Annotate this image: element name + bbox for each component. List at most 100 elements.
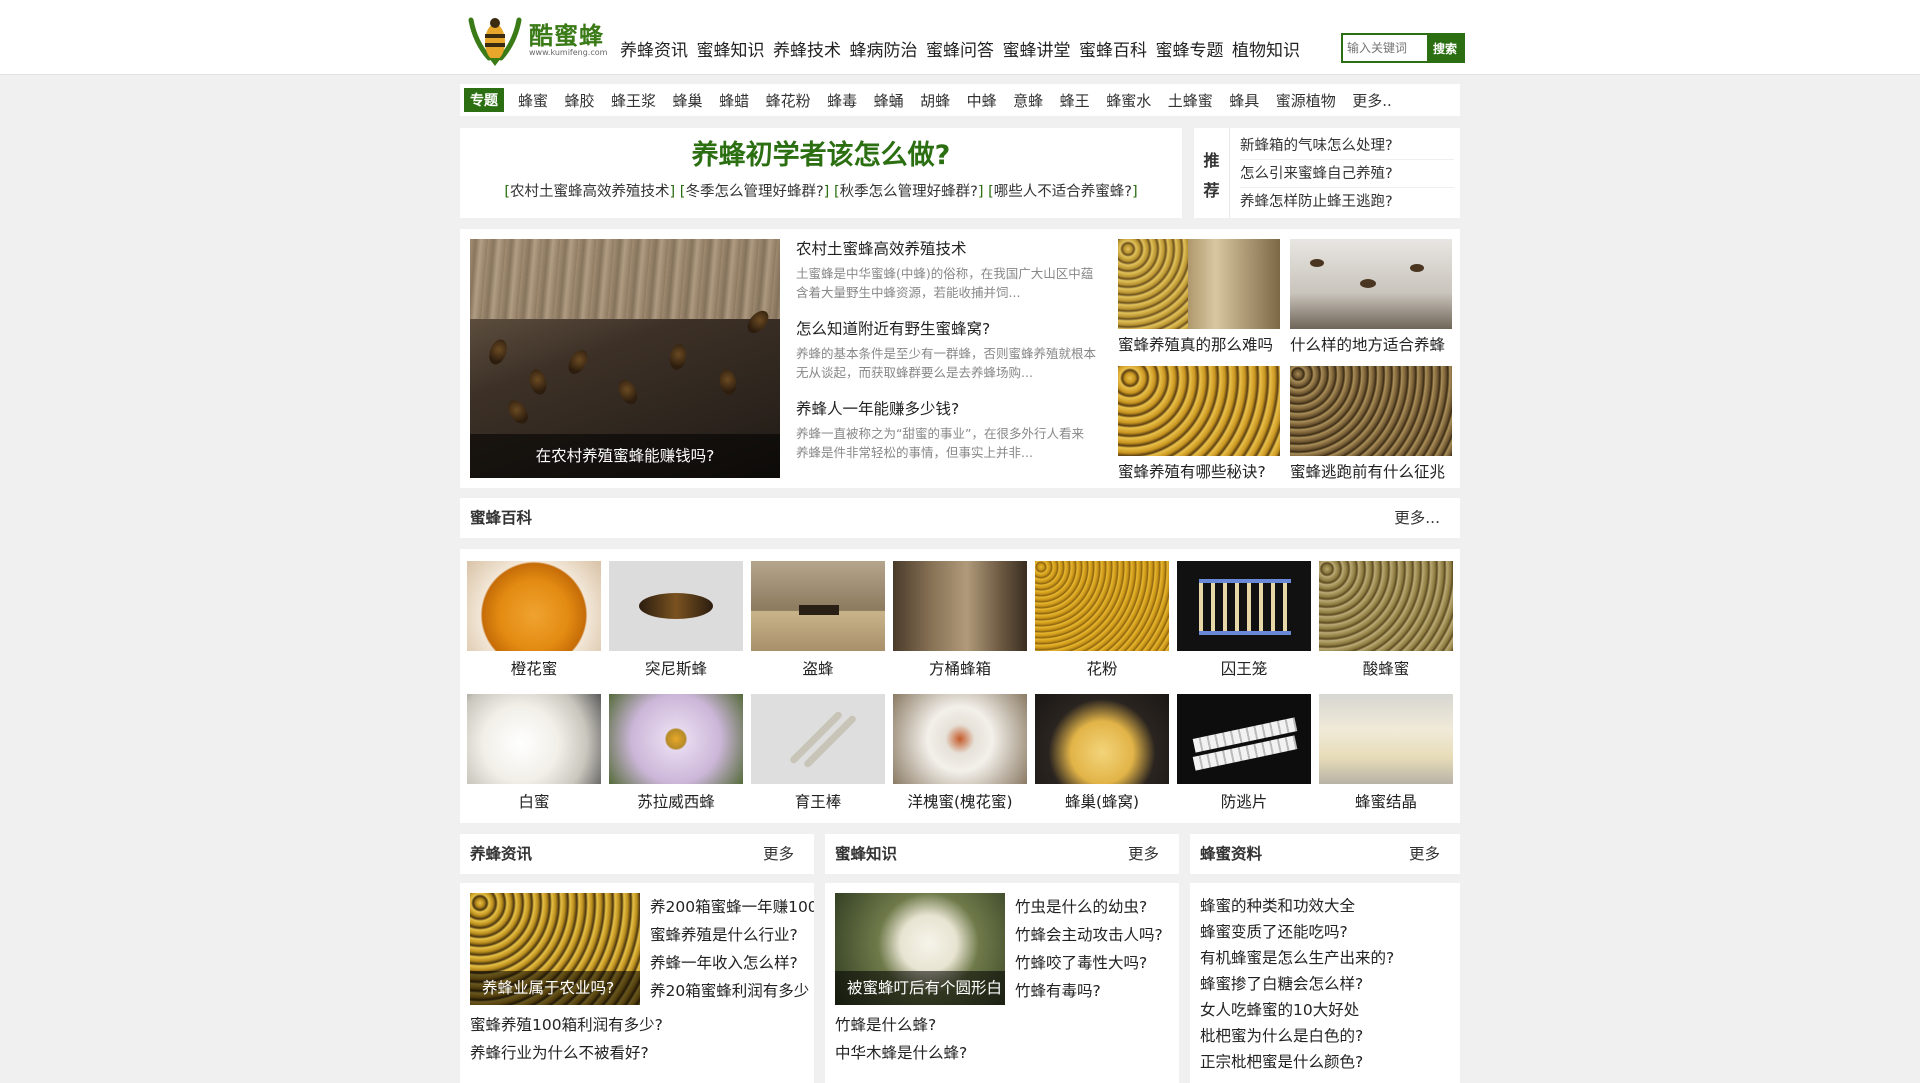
- topic-link[interactable]: 蜂具: [1229, 90, 1259, 111]
- nav-item[interactable]: 蜜蜂专题: [1156, 36, 1224, 61]
- ency-caption[interactable]: 囚王笼: [1177, 657, 1311, 679]
- topic-link[interactable]: 蜂蜜水: [1106, 90, 1151, 111]
- ency-caption[interactable]: 盗蜂: [751, 657, 885, 679]
- feature-thumb[interactable]: 蜜蜂养殖真的那么难吗: [1118, 239, 1280, 355]
- nav-item[interactable]: 蜜蜂百科: [1079, 36, 1147, 61]
- topic-link[interactable]: 蜂蛹: [874, 90, 904, 111]
- column-link[interactable]: 竹蜂是什么蜂?: [835, 1011, 1175, 1039]
- ency-caption[interactable]: 突尼斯蜂: [609, 657, 743, 679]
- column-link[interactable]: 竹虫是什么的幼虫?: [1015, 893, 1175, 921]
- search-input[interactable]: [1343, 35, 1427, 61]
- topic-link[interactable]: 蜂毒: [827, 90, 857, 111]
- more-link[interactable]: 更多: [763, 834, 794, 874]
- column-link[interactable]: 女人吃蜂蜜的10大好处: [1200, 997, 1450, 1023]
- column-link[interactable]: 养蜂行业为什么不被看好?: [470, 1039, 810, 1067]
- topic-link[interactable]: 蜂蜜: [518, 90, 548, 111]
- ency-caption[interactable]: 花粉: [1035, 657, 1169, 679]
- ency-item[interactable]: 防逃片: [1177, 694, 1311, 812]
- thumb-image[interactable]: [1290, 239, 1452, 329]
- ency-image[interactable]: [609, 561, 743, 651]
- topic-link[interactable]: 中蜂: [967, 90, 997, 111]
- nav-item[interactable]: 养蜂技术: [773, 36, 841, 61]
- ency-item[interactable]: 橙花蜜: [467, 561, 601, 679]
- thumb-image[interactable]: [1118, 239, 1280, 329]
- headline-link[interactable]: 哪些人不适合养蜜蜂?: [994, 184, 1132, 200]
- column-link[interactable]: 有机蜂蜜是怎么生产出来的?: [1200, 945, 1450, 971]
- column-link[interactable]: 中华木蜂是什么蜂?: [835, 1039, 1175, 1067]
- ency-item[interactable]: 方桶蜂箱: [893, 561, 1027, 679]
- ency-image[interactable]: [1319, 561, 1453, 651]
- column-link[interactable]: 竹蜂有毒吗?: [1015, 977, 1175, 1005]
- nav-item[interactable]: 养蜂资讯: [620, 36, 688, 61]
- ency-image[interactable]: [1319, 694, 1453, 784]
- ency-item[interactable]: 洋槐蜜(槐花蜜): [893, 694, 1027, 812]
- ency-image[interactable]: [751, 694, 885, 784]
- thumb-caption[interactable]: 蜜蜂养殖真的那么难吗: [1118, 333, 1280, 355]
- column-image-caption[interactable]: 被蜜蜂叮后有个圆形白: [835, 971, 1005, 1005]
- feature-thumb[interactable]: 蜜蜂养殖有哪些秘诀?: [1118, 366, 1280, 482]
- more-link[interactable]: 更多: [1128, 834, 1159, 874]
- topic-link[interactable]: 蜂蜡: [719, 90, 749, 111]
- column-link[interactable]: 蜜蜂养殖是什么行业?: [650, 921, 814, 949]
- topic-link[interactable]: 蜂胶: [565, 90, 595, 111]
- topic-link[interactable]: 蜜源植物: [1276, 90, 1336, 111]
- ency-caption[interactable]: 白蜜: [467, 790, 601, 812]
- headline-link[interactable]: 农村土蜜蜂高效养殖技术: [510, 184, 670, 200]
- thumb-caption[interactable]: 蜜蜂养殖有哪些秘诀?: [1118, 460, 1280, 482]
- ency-image[interactable]: [893, 561, 1027, 651]
- column-link[interactable]: 蜂蜜掺了白糖会怎么样?: [1200, 971, 1450, 997]
- ency-caption[interactable]: 苏拉威西蜂: [609, 790, 743, 812]
- topic-link[interactable]: 蜂王浆: [611, 90, 656, 111]
- ency-item[interactable]: 突尼斯蜂: [609, 561, 743, 679]
- thumb-caption[interactable]: 蜜蜂逃跑前有什么征兆: [1290, 460, 1452, 482]
- column-link[interactable]: 养蜂一年收入怎么样?: [650, 949, 814, 977]
- topic-link[interactable]: 胡蜂: [920, 90, 950, 111]
- column-link[interactable]: 蜂蜜变质了还能吃吗?: [1200, 919, 1450, 945]
- column-link[interactable]: 蜂蜜的种类和功效大全: [1200, 893, 1450, 919]
- recommend-link[interactable]: 养蜂怎样防止蜂王逃跑?: [1240, 188, 1454, 216]
- site-logo[interactable]: 酷蜜蜂 www.kumifeng.com: [465, 12, 607, 68]
- ency-caption[interactable]: 洋槐蜜(槐花蜜): [893, 790, 1027, 812]
- column-image[interactable]: 养蜂业属于农业吗?: [470, 893, 640, 1005]
- topic-more-link[interactable]: 更多..: [1352, 90, 1392, 111]
- thumb-image[interactable]: [1290, 366, 1452, 456]
- feature-image-caption[interactable]: 在农村养殖蜜蜂能赚钱吗?: [470, 434, 780, 478]
- ency-item[interactable]: 花粉: [1035, 561, 1169, 679]
- ency-caption[interactable]: 育王棒: [751, 790, 885, 812]
- section-title[interactable]: 蜜蜂百科: [470, 498, 532, 538]
- ency-image[interactable]: [467, 561, 601, 651]
- ency-image[interactable]: [751, 561, 885, 651]
- feature-thumb[interactable]: 蜜蜂逃跑前有什么征兆: [1290, 366, 1452, 482]
- feature-image[interactable]: 在农村养殖蜜蜂能赚钱吗?: [470, 239, 780, 478]
- thumb-image[interactable]: [1118, 366, 1280, 456]
- topic-link[interactable]: 蜂花粉: [766, 90, 811, 111]
- nav-item[interactable]: 蜜蜂问答: [926, 36, 994, 61]
- ency-image[interactable]: [467, 694, 601, 784]
- column-link[interactable]: 蜜蜂养殖100箱利润有多少?: [470, 1011, 810, 1039]
- article-title[interactable]: 农村土蜜蜂高效养殖技术: [796, 237, 1096, 259]
- more-link[interactable]: 更多: [1409, 834, 1440, 874]
- section-title[interactable]: 蜜蜂知识: [835, 834, 897, 874]
- ency-image[interactable]: [1035, 561, 1169, 651]
- nav-item[interactable]: 植物知识: [1232, 36, 1300, 61]
- nav-item[interactable]: 蜜蜂讲堂: [1003, 36, 1071, 61]
- ency-caption[interactable]: 防逃片: [1177, 790, 1311, 812]
- article-title[interactable]: 养蜂人一年能赚多少钱?: [796, 397, 1096, 419]
- nav-item[interactable]: 蜂病防治: [850, 36, 918, 61]
- topic-link[interactable]: 意蜂: [1013, 90, 1043, 111]
- feature-thumb[interactable]: 什么样的地方适合养蜂: [1290, 239, 1452, 355]
- ency-item[interactable]: 苏拉威西蜂: [609, 694, 743, 812]
- ency-item[interactable]: 蜂巢(蜂窝): [1035, 694, 1169, 812]
- more-link[interactable]: 更多...: [1394, 498, 1440, 538]
- ency-item[interactable]: 囚王笼: [1177, 561, 1311, 679]
- headline-link[interactable]: 冬季怎么管理好蜂群?: [685, 184, 823, 200]
- ency-caption[interactable]: 蜂巢(蜂窝): [1035, 790, 1169, 812]
- nav-item[interactable]: 蜜蜂知识: [697, 36, 765, 61]
- headline-link[interactable]: 秋季怎么管理好蜂群?: [840, 184, 978, 200]
- column-link[interactable]: 养20箱蜜蜂利润有多少: [650, 977, 814, 1005]
- column-link[interactable]: 枇杷蜜为什么是白色的?: [1200, 1023, 1450, 1049]
- ency-item[interactable]: 蜂蜜结晶: [1319, 694, 1453, 812]
- thumb-caption[interactable]: 什么样的地方适合养蜂: [1290, 333, 1452, 355]
- recommend-link[interactable]: 新蜂箱的气味怎么处理?: [1240, 132, 1454, 160]
- ency-image[interactable]: [1177, 561, 1311, 651]
